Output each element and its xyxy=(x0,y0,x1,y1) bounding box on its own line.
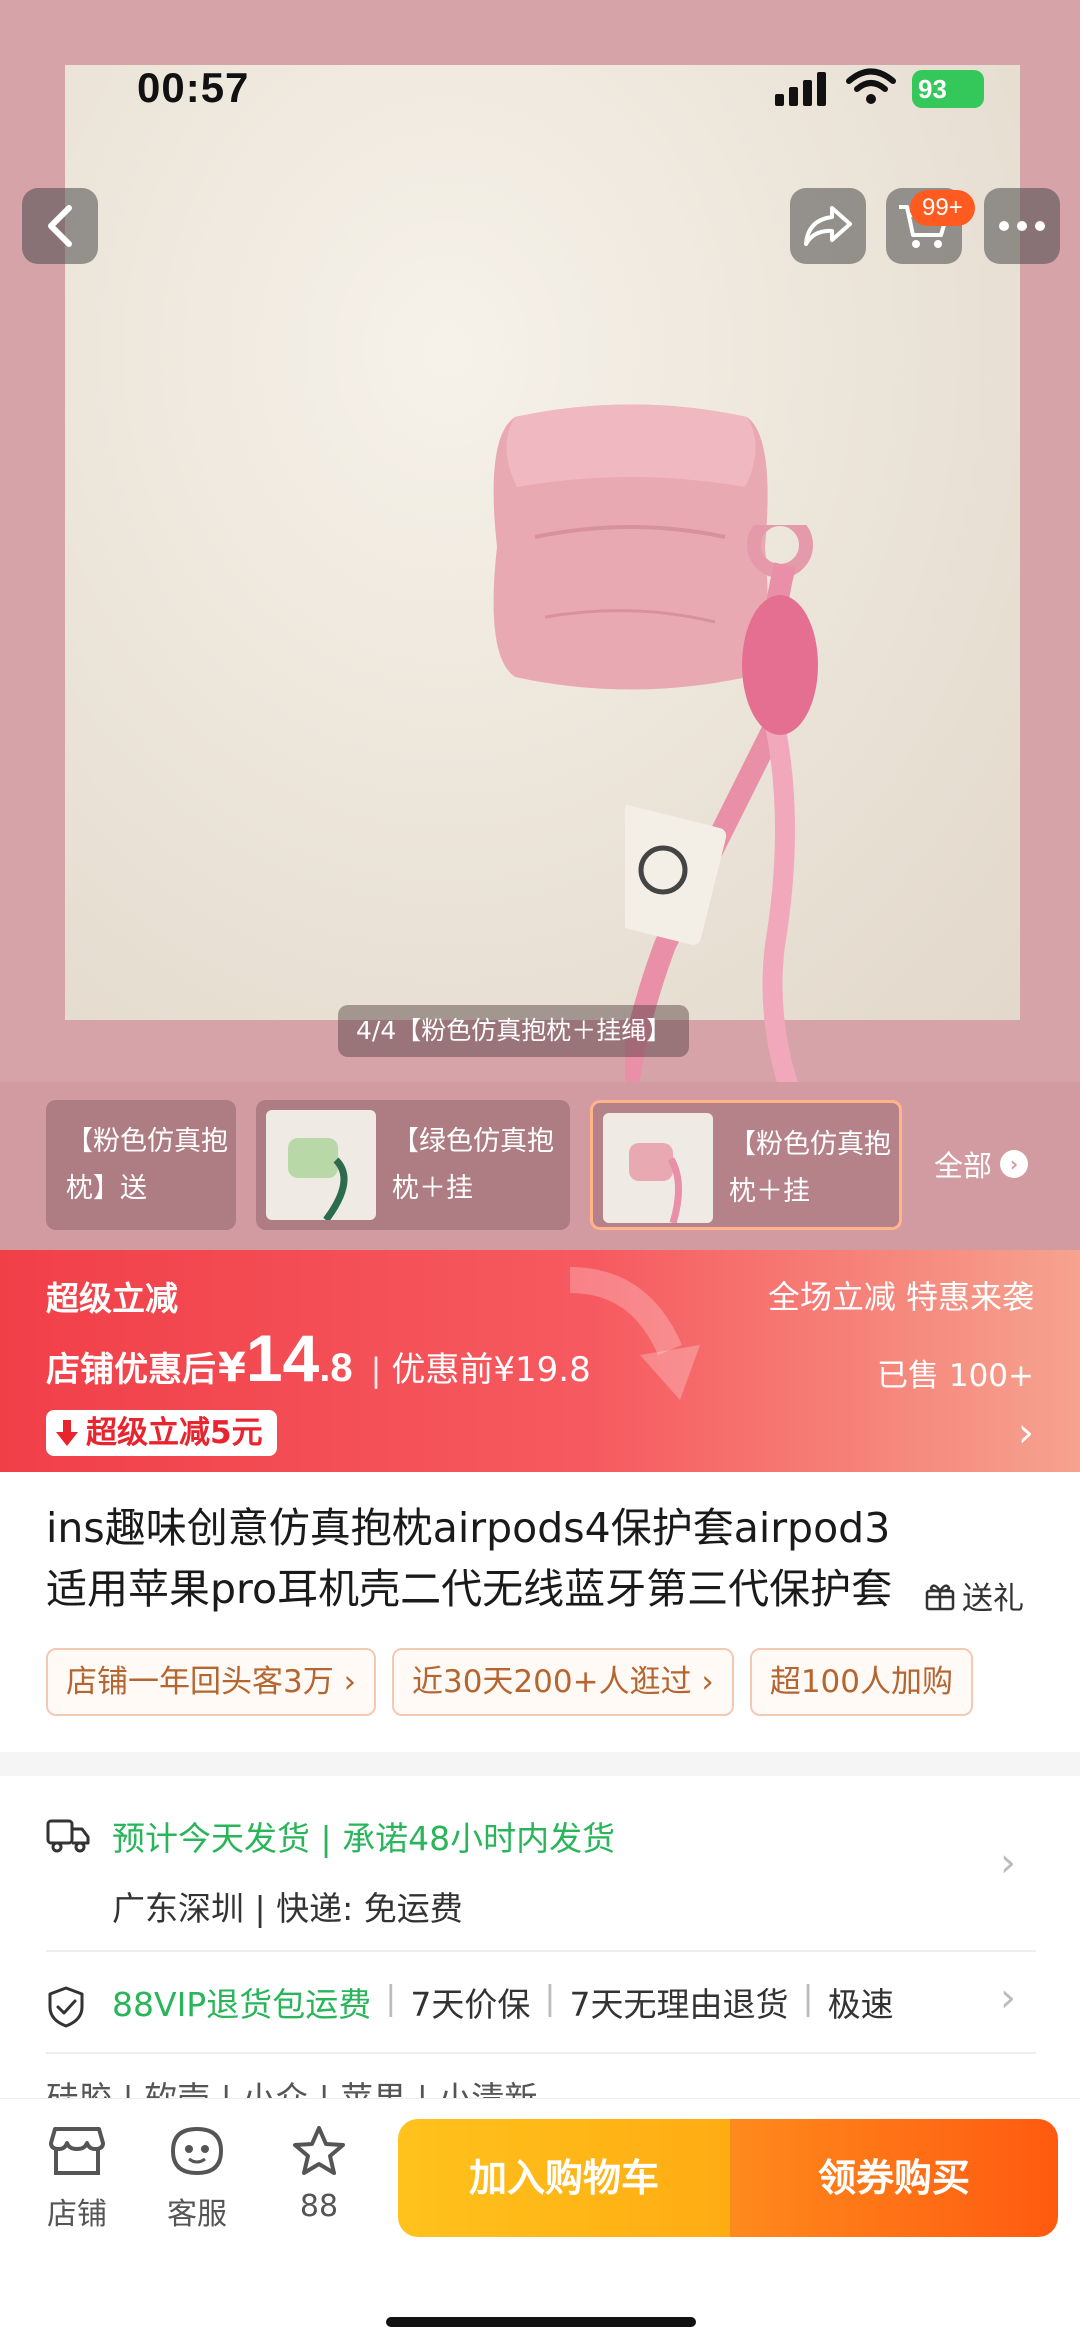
back-button[interactable] xyxy=(22,188,98,264)
pink-pillow-thumbnail xyxy=(629,1143,683,1223)
customer-service-label: 客服 xyxy=(167,2197,227,2232)
down-arrow-icon xyxy=(56,1420,78,1446)
tag-add-to-cart-count[interactable]: 超100人加购 xyxy=(749,1648,973,1716)
separator: | xyxy=(802,1978,814,2017)
product-title: ins趣味创意仿真抱枕airpods4保护套airpod3 适用苹果pro耳机壳… xyxy=(46,1498,1036,1620)
tag-visitors[interactable]: 近30天200+人逛过 › xyxy=(391,1648,734,1716)
store-icon xyxy=(49,2127,105,2175)
product-tags: 店铺一年回头客3万 › 近30天200+人逛过 › 超100人加购 xyxy=(46,1648,1036,1718)
lanyard-illustration xyxy=(625,525,818,1082)
bottom-action-bar: 店铺 客服 88 加入购物车 领券购买 xyxy=(0,2098,1080,2348)
gift-label: 送礼 xyxy=(962,1581,1024,1617)
buy-with-coupon-button[interactable]: 领券购买 xyxy=(730,2119,1058,2237)
wifi-icon xyxy=(846,68,896,104)
store-button[interactable]: 店铺 xyxy=(32,2125,122,2233)
view-all-variants-button[interactable]: 全部 › xyxy=(934,1143,1029,1185)
store-label: 店铺 xyxy=(47,2197,107,2232)
variant-thumb-selected[interactable]: 【粉色仿真抱枕＋挂 xyxy=(590,1100,902,1230)
truck-icon xyxy=(46,1819,90,1853)
row-divider xyxy=(46,1950,1036,1952)
battery-indicator: 93 xyxy=(912,70,984,108)
signal-icon xyxy=(775,72,826,106)
variant-thumbnail-strip: 【粉色仿真抱枕】送 【绿色仿真抱枕＋挂 【粉色仿真抱枕＋挂 全部 › xyxy=(0,1082,1080,1250)
original-price: 优惠前¥19.8 xyxy=(391,1350,591,1390)
status-bar: 00:57 93 xyxy=(0,0,1080,180)
shield-icon xyxy=(48,1986,84,2028)
favorite-count: 88 xyxy=(299,2189,339,2224)
product-gallery[interactable]: 00:57 93 99+ 4/4【粉色仿真抱枕＋挂绳】 xyxy=(0,0,1080,1082)
discount-chip-label: 超级立减5元 xyxy=(86,1415,263,1451)
view-all-label: 全部 xyxy=(934,1149,993,1183)
chevron-left-icon xyxy=(48,205,72,247)
ship-origin: 广东深圳 | 快递: 免运费 xyxy=(112,1889,463,1928)
sold-count: 已售 100+ xyxy=(877,1358,1034,1394)
more-button[interactable] xyxy=(984,188,1060,264)
battery-level: 93 xyxy=(918,74,947,104)
variant-thumb[interactable]: 【粉色仿真抱枕】送 xyxy=(46,1100,236,1230)
chevron-right-icon: › xyxy=(1000,1975,1016,2021)
add-to-cart-button[interactable]: 加入购物车 xyxy=(398,2119,730,2237)
super-discount-banner[interactable]: 超级立减 全场立减 特惠来袭 店铺优惠后 ¥ 14 .8 | 优惠前¥19.8 … xyxy=(0,1250,1080,1472)
product-photo[interactable] xyxy=(65,65,1020,1082)
variant-thumb[interactable]: 【绿色仿真抱枕＋挂 xyxy=(256,1100,570,1230)
discounted-price: 14 xyxy=(245,1321,320,1395)
home-indicator xyxy=(386,2317,696,2327)
variant-thumb-label: 【绿色仿真抱枕＋挂 xyxy=(392,1126,554,1204)
more-icon xyxy=(999,221,1045,231)
variant-thumb-label: 【粉色仿真抱枕】送 xyxy=(66,1126,228,1204)
service-price-protect: 7天价保 xyxy=(410,1985,531,2024)
discount-chip: 超级立减5元 xyxy=(46,1410,277,1456)
currency-symbol: ¥ xyxy=(218,1345,246,1391)
row-divider xyxy=(46,2052,1036,2054)
gift-button[interactable]: 送礼 xyxy=(924,1573,1024,1618)
gift-icon xyxy=(925,1583,955,1610)
vip-free-return: 88VIP退货包运费 xyxy=(112,1985,372,2024)
chat-icon xyxy=(170,2126,224,2176)
variant-thumb-label: 【粉色仿真抱枕＋挂 xyxy=(729,1129,891,1207)
status-time: 00:57 xyxy=(137,64,250,111)
price-separator: | xyxy=(370,1351,382,1389)
promo-price-row: 店铺优惠后 ¥ 14 .8 | 优惠前¥19.8 xyxy=(46,1320,591,1396)
gallery-caption: 4/4【粉色仿真抱枕＋挂绳】 xyxy=(338,1005,690,1057)
discounted-price-decimal: .8 xyxy=(319,1346,353,1390)
share-icon xyxy=(804,206,852,246)
service-guarantees: 88VIP退货包运费 | 7天价保 | 7天无理由退货 | 极速 xyxy=(112,1978,894,2026)
promo-title: 超级立减 xyxy=(46,1279,178,1318)
share-button[interactable] xyxy=(790,188,866,264)
promo-slogan: 全场立减 特惠来袭 xyxy=(767,1278,1034,1316)
chevron-right-icon: › xyxy=(1000,1840,1016,1886)
service-no-reason-return: 7天无理由退货 xyxy=(569,1985,789,2024)
chevron-right-icon: › xyxy=(1018,1410,1034,1456)
customer-service-button[interactable]: 客服 xyxy=(152,2125,242,2233)
variant-thumb-image xyxy=(603,1113,713,1223)
tag-repeat-customers[interactable]: 店铺一年回头客3万 › xyxy=(46,1648,376,1716)
favorite-button[interactable]: 88 xyxy=(274,2125,364,2224)
star-icon xyxy=(293,2126,345,2175)
price-label: 店铺优惠后 xyxy=(46,1350,216,1390)
product-title-line: 适用苹果pro耳机壳二代无线蓝牙第三代保护套 xyxy=(46,1565,893,1613)
separator: | xyxy=(544,1978,556,2017)
chevron-right-icon: › xyxy=(1000,1150,1029,1178)
green-pillow-thumbnail xyxy=(288,1138,348,1220)
product-title-line: ins趣味创意仿真抱枕airpods4保护套airpod3 xyxy=(46,1504,891,1552)
shipping-promise: 预计今天发货 | 承诺48小时内发货 xyxy=(112,1819,616,1858)
separator: | xyxy=(385,1978,397,2017)
variant-thumb-image xyxy=(266,1110,376,1220)
section-divider xyxy=(0,1752,1080,1776)
service-fast: 极速 xyxy=(827,1985,894,2024)
cart-count-badge: 99+ xyxy=(910,190,975,226)
